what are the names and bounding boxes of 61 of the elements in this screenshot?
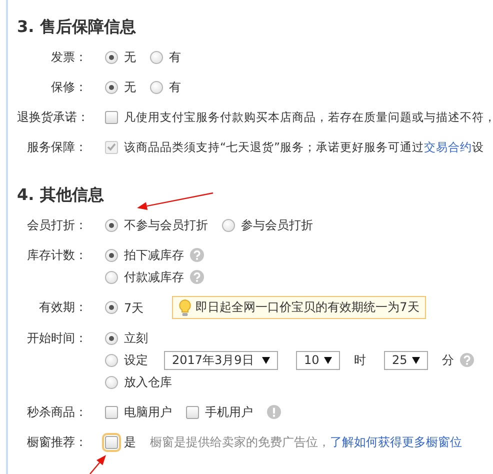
checkbox[interactable] xyxy=(105,110,118,124)
option-label[interactable]: 拍下减库存 xyxy=(124,244,184,266)
field-label: 有效期： xyxy=(39,299,87,316)
radio-button[interactable] xyxy=(105,354,118,366)
caret-icon xyxy=(262,356,270,364)
radio-button[interactable] xyxy=(105,80,118,94)
field-label: 退换货承诺： xyxy=(17,109,89,126)
option-label[interactable]: 7天 xyxy=(124,296,144,318)
radio-button[interactable] xyxy=(222,218,235,232)
help-icon[interactable] xyxy=(460,353,474,367)
section-heading: 3. 售后保障信息 xyxy=(17,16,136,38)
field-label: 库存计数： xyxy=(27,247,87,264)
link[interactable]: 了解如何获得更多橱窗位 xyxy=(330,435,462,449)
hint-text: 橱窗是提供给卖家的免费广告位，了解如何获得更多橱窗位 xyxy=(150,434,462,451)
radio-button[interactable] xyxy=(105,218,118,232)
option-label[interactable]: 无 xyxy=(124,76,136,98)
info-icon[interactable] xyxy=(267,405,281,419)
field-label: 开始时间： xyxy=(27,330,87,347)
option-text: 凡使用支付宝服务付款购买本店商品，若存在质量问题或与描述不符， xyxy=(124,109,493,126)
option-label[interactable]: 手机用户 xyxy=(205,401,253,423)
help-icon[interactable] xyxy=(190,270,204,284)
arrow xyxy=(90,455,106,474)
caret-icon xyxy=(324,356,332,364)
radio-button[interactable] xyxy=(105,50,118,64)
field-label: 保修： xyxy=(51,79,87,96)
dropdown[interactable]: 10 xyxy=(296,350,340,370)
option-label[interactable]: 有 xyxy=(169,76,181,98)
field-label: 秒杀商品： xyxy=(27,404,87,421)
caret-icon xyxy=(412,356,420,364)
option-label[interactable]: 付款减库存 xyxy=(124,266,184,288)
field-label: 会员打折： xyxy=(27,217,87,234)
radio-button[interactable] xyxy=(105,270,118,284)
option-label[interactable]: 有 xyxy=(169,46,181,68)
section-heading: 4. 其他信息 xyxy=(17,184,104,206)
tip-text: 即日起全网一口价宝贝的有效期统一为7天 xyxy=(196,299,420,316)
option-text: 该商品品类须支持“七天退货”服务；承诺更好服务可通过交易合约设 xyxy=(124,139,484,156)
radio-button[interactable] xyxy=(105,332,118,344)
option-label[interactable]: 不参与会员打折 xyxy=(124,214,208,236)
radio-button[interactable] xyxy=(105,376,118,388)
dropdown[interactable]: 25 xyxy=(384,350,428,370)
dropdown[interactable]: 2017年3月9日 xyxy=(164,350,278,370)
unit-label: 时 xyxy=(354,352,366,368)
option-label[interactable]: 设定 xyxy=(124,349,148,371)
radio-button[interactable] xyxy=(150,80,163,94)
field-label: 橱窗推荐： xyxy=(27,434,87,451)
option-label[interactable]: 无 xyxy=(124,46,136,68)
field-label: 发票： xyxy=(51,49,87,66)
option-label[interactable]: 电脑用户 xyxy=(124,401,172,423)
unit-label: 分 xyxy=(442,352,454,368)
radio-button[interactable] xyxy=(105,248,118,262)
lightbulb-icon xyxy=(178,298,192,316)
checkbox[interactable] xyxy=(105,406,118,418)
option-label[interactable]: 参与会员打折 xyxy=(241,214,313,236)
radio-button[interactable] xyxy=(105,301,118,314)
option-label[interactable]: 是 xyxy=(124,431,136,453)
field-label: 服务保障： xyxy=(27,139,87,156)
option-label[interactable]: 立刻 xyxy=(124,327,148,349)
help-icon[interactable] xyxy=(190,248,204,262)
checkbox[interactable] xyxy=(186,406,199,418)
option-label[interactable]: 放入仓库 xyxy=(124,371,172,393)
radio-button[interactable] xyxy=(150,50,163,64)
